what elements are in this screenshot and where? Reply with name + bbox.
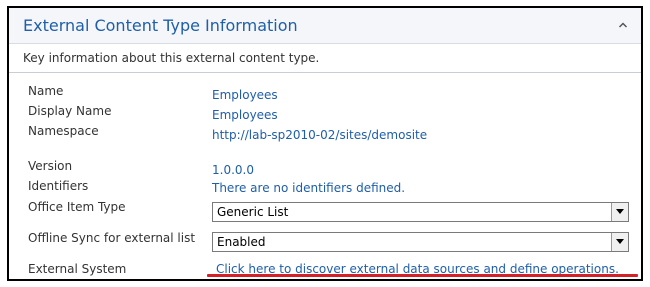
section-description: Key information about this external cont… (23, 51, 320, 65)
namespace-label: Namespace (28, 124, 99, 138)
version-value: 1.0.0.0 (212, 163, 254, 177)
identifiers-label: Identifiers (28, 179, 89, 193)
chevron-down-icon[interactable] (611, 233, 628, 251)
office-item-type-selected: Generic List (217, 205, 289, 219)
external-system-label: External System (28, 262, 127, 276)
chevron-down-icon[interactable] (611, 203, 628, 221)
name-label: Name (28, 84, 64, 98)
section-header: External Content Type Information (9, 8, 641, 44)
office-item-type-label: Office Item Type (28, 200, 126, 214)
section-description-row: Key information about this external cont… (9, 44, 641, 73)
office-item-type-select[interactable]: Generic List (212, 202, 629, 222)
chevron-up-icon (618, 22, 628, 28)
collapse-button[interactable] (615, 17, 631, 33)
display-name-value-link[interactable]: Employees (212, 108, 278, 122)
annotation-underline (207, 274, 638, 277)
offline-sync-label: Offline Sync for external list (28, 231, 196, 245)
offline-sync-selected: Enabled (217, 235, 266, 249)
namespace-value-link[interactable]: http://lab-sp2010-02/sites/demosite (212, 128, 427, 142)
offline-sync-select[interactable]: Enabled (212, 232, 629, 252)
external-content-type-panel: External Content Type Information Key in… (7, 6, 643, 281)
version-label: Version (28, 159, 73, 173)
name-value-link[interactable]: Employees (212, 88, 278, 102)
identifiers-value: There are no identifiers defined. (212, 181, 406, 195)
section-title: External Content Type Information (23, 16, 298, 35)
display-name-label: Display Name (28, 104, 112, 118)
